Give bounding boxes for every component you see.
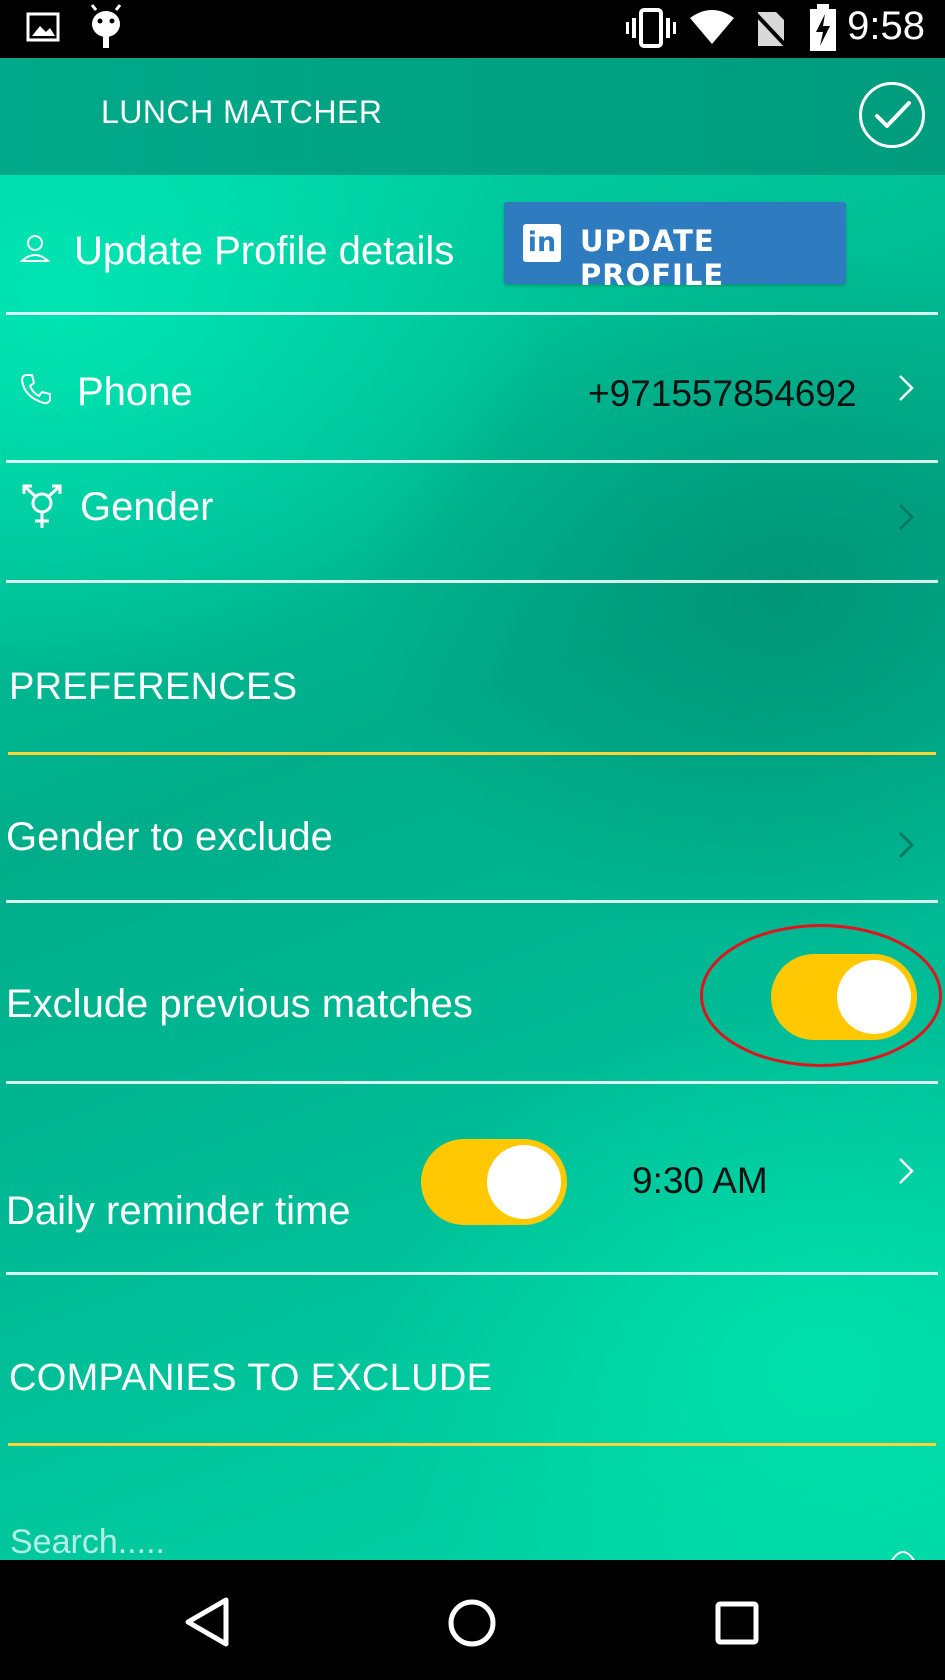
status-bar: 9:58 — [0, 0, 945, 58]
no-sim-icon — [752, 8, 788, 53]
vibrate-icon — [626, 8, 676, 53]
android-debug-icon — [88, 4, 124, 55]
person-icon — [19, 233, 51, 268]
chevron-right-icon[interactable] — [892, 1153, 920, 1189]
image-icon — [26, 12, 60, 47]
highlight-circle — [700, 924, 942, 1067]
check-icon — [875, 101, 911, 128]
update-profile-label: UPDATE PROFILE — [580, 224, 725, 292]
daily-reminder-label: Daily reminder time — [6, 1189, 351, 1233]
divider — [6, 1081, 938, 1084]
exclude-previous-label: Exclude previous matches — [6, 982, 473, 1026]
chevron-right-icon — [898, 831, 915, 859]
toggle-thumb — [487, 1145, 561, 1219]
search-icon — [888, 1548, 918, 1560]
gender-icon — [20, 484, 64, 535]
daily-reminder-time-value[interactable]: 9:30 AM — [632, 1160, 768, 1202]
status-time: 9:58 — [847, 4, 925, 48]
battery-charging-icon — [808, 4, 838, 57]
chevron-right-icon — [898, 503, 915, 531]
recents-icon[interactable] — [714, 1600, 760, 1651]
home-icon[interactable] — [446, 1597, 498, 1654]
settings-content: Update Profile details in UPDATE PROFILE… — [0, 175, 945, 1560]
navigation-bar — [0, 1560, 945, 1680]
confirm-button[interactable] — [859, 82, 925, 148]
phone-row[interactable]: Phone +971557854692 — [0, 315, 945, 462]
divider — [6, 580, 938, 583]
linkedin-update-profile-button[interactable]: in UPDATE PROFILE — [504, 202, 846, 292]
app-bar: LUNCH MATCHER — [0, 58, 945, 175]
app-title: LUNCH MATCHER — [101, 94, 383, 130]
daily-reminder-toggle[interactable] — [421, 1139, 567, 1225]
linkedin-icon: in — [523, 224, 561, 262]
phone-value: +971557854692 — [588, 373, 857, 414]
profile-label: Update Profile details — [74, 229, 455, 273]
divider — [6, 900, 938, 903]
chevron-right-icon — [899, 375, 914, 401]
screen: 9:58 LUNCH MATCHER Update Profile detail… — [0, 0, 945, 1680]
companies-underline — [8, 1443, 936, 1446]
company-search-input[interactable] — [10, 1520, 870, 1560]
back-icon[interactable] — [182, 1596, 232, 1653]
preferences-header: PREFERENCES — [9, 666, 298, 708]
companies-header: COMPANIES TO EXCLUDE — [9, 1357, 493, 1399]
phone-label: Phone — [77, 370, 193, 414]
phone-icon — [20, 373, 52, 410]
gender-to-exclude-label: Gender to exclude — [6, 815, 333, 859]
gender-row[interactable]: Gender — [0, 463, 945, 580]
wifi-icon — [688, 10, 736, 51]
divider — [6, 1272, 938, 1275]
gender-label: Gender — [80, 485, 214, 529]
